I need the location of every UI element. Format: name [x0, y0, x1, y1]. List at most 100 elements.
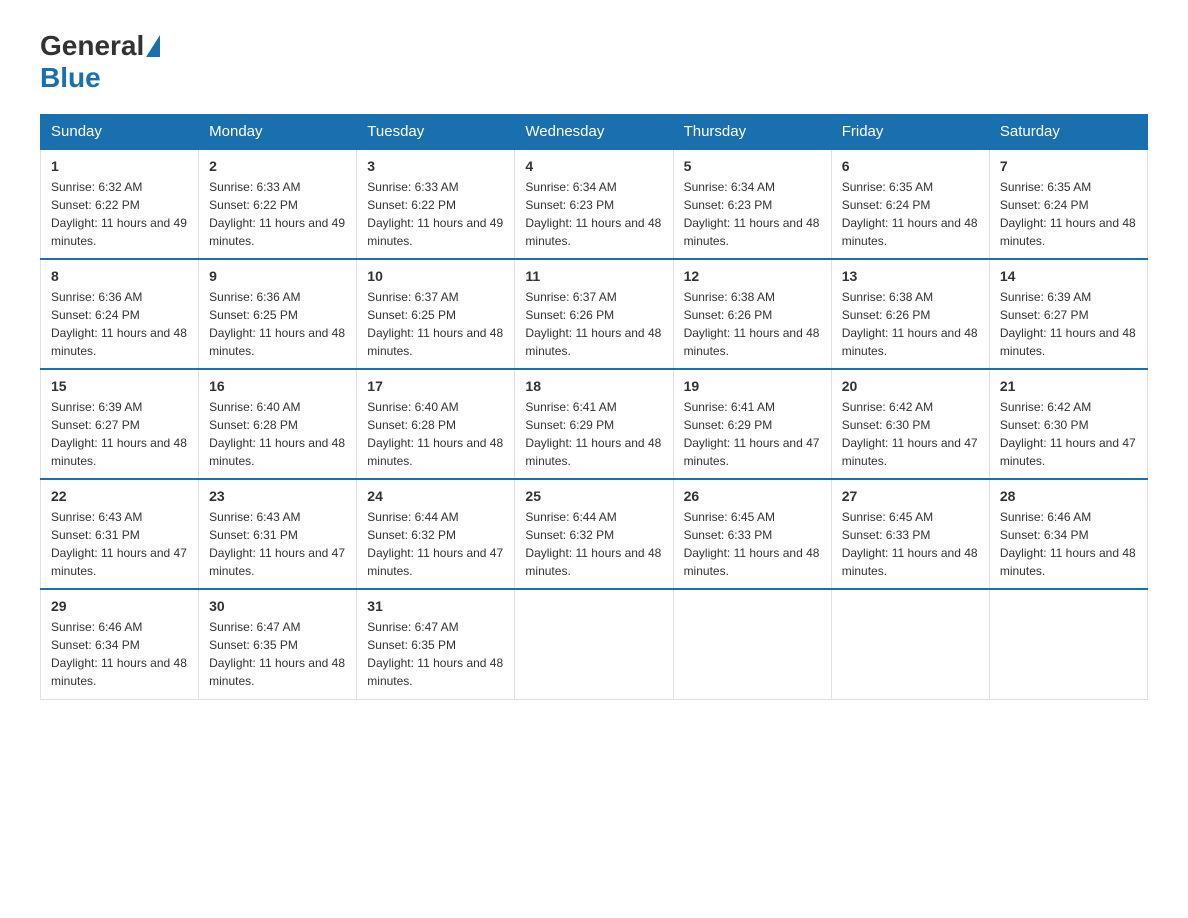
- day-number: 26: [684, 488, 821, 504]
- day-info: Sunrise: 6:33 AMSunset: 6:22 PMDaylight:…: [367, 180, 503, 248]
- day-info: Sunrise: 6:47 AMSunset: 6:35 PMDaylight:…: [209, 620, 345, 688]
- calendar-cell: 2 Sunrise: 6:33 AMSunset: 6:22 PMDayligh…: [199, 149, 357, 259]
- day-info: Sunrise: 6:46 AMSunset: 6:34 PMDaylight:…: [1000, 510, 1136, 578]
- day-number: 13: [842, 268, 979, 284]
- calendar-cell: [831, 589, 989, 699]
- day-info: Sunrise: 6:37 AMSunset: 6:25 PMDaylight:…: [367, 290, 503, 358]
- day-info: Sunrise: 6:42 AMSunset: 6:30 PMDaylight:…: [1000, 400, 1136, 468]
- day-info: Sunrise: 6:41 AMSunset: 6:29 PMDaylight:…: [525, 400, 661, 468]
- day-number: 20: [842, 378, 979, 394]
- day-info: Sunrise: 6:34 AMSunset: 6:23 PMDaylight:…: [684, 180, 820, 248]
- day-info: Sunrise: 6:46 AMSunset: 6:34 PMDaylight:…: [51, 620, 187, 688]
- page-header: General Blue: [40, 30, 1148, 94]
- calendar-cell: 18 Sunrise: 6:41 AMSunset: 6:29 PMDaylig…: [515, 369, 673, 479]
- calendar-cell: 9 Sunrise: 6:36 AMSunset: 6:25 PMDayligh…: [199, 259, 357, 369]
- day-number: 12: [684, 268, 821, 284]
- day-info: Sunrise: 6:40 AMSunset: 6:28 PMDaylight:…: [367, 400, 503, 468]
- day-number: 22: [51, 488, 188, 504]
- day-info: Sunrise: 6:42 AMSunset: 6:30 PMDaylight:…: [842, 400, 978, 468]
- calendar-cell: 13 Sunrise: 6:38 AMSunset: 6:26 PMDaylig…: [831, 259, 989, 369]
- day-info: Sunrise: 6:45 AMSunset: 6:33 PMDaylight:…: [842, 510, 978, 578]
- calendar-cell: 12 Sunrise: 6:38 AMSunset: 6:26 PMDaylig…: [673, 259, 831, 369]
- day-info: Sunrise: 6:32 AMSunset: 6:22 PMDaylight:…: [51, 180, 187, 248]
- day-info: Sunrise: 6:37 AMSunset: 6:26 PMDaylight:…: [525, 290, 661, 358]
- day-number: 29: [51, 598, 188, 614]
- day-number: 15: [51, 378, 188, 394]
- weekday-header-monday: Monday: [199, 115, 357, 150]
- calendar-week-3: 15 Sunrise: 6:39 AMSunset: 6:27 PMDaylig…: [41, 369, 1148, 479]
- calendar-cell: 30 Sunrise: 6:47 AMSunset: 6:35 PMDaylig…: [199, 589, 357, 699]
- calendar-cell: 17 Sunrise: 6:40 AMSunset: 6:28 PMDaylig…: [357, 369, 515, 479]
- day-number: 31: [367, 598, 504, 614]
- calendar-cell: 6 Sunrise: 6:35 AMSunset: 6:24 PMDayligh…: [831, 149, 989, 259]
- day-number: 7: [1000, 158, 1137, 174]
- day-info: Sunrise: 6:36 AMSunset: 6:24 PMDaylight:…: [51, 290, 187, 358]
- calendar-cell: 5 Sunrise: 6:34 AMSunset: 6:23 PMDayligh…: [673, 149, 831, 259]
- calendar-cell: 7 Sunrise: 6:35 AMSunset: 6:24 PMDayligh…: [989, 149, 1147, 259]
- calendar-cell: [515, 589, 673, 699]
- logo: General Blue: [40, 30, 162, 94]
- day-number: 9: [209, 268, 346, 284]
- day-number: 24: [367, 488, 504, 504]
- calendar-header: SundayMondayTuesdayWednesdayThursdayFrid…: [41, 115, 1148, 150]
- weekday-header-sunday: Sunday: [41, 115, 199, 150]
- weekday-header-friday: Friday: [831, 115, 989, 150]
- day-number: 4: [525, 158, 662, 174]
- day-number: 25: [525, 488, 662, 504]
- calendar-table: SundayMondayTuesdayWednesdayThursdayFrid…: [40, 114, 1148, 700]
- calendar-cell: 21 Sunrise: 6:42 AMSunset: 6:30 PMDaylig…: [989, 369, 1147, 479]
- calendar-cell: 3 Sunrise: 6:33 AMSunset: 6:22 PMDayligh…: [357, 149, 515, 259]
- weekday-header-thursday: Thursday: [673, 115, 831, 150]
- day-info: Sunrise: 6:43 AMSunset: 6:31 PMDaylight:…: [51, 510, 187, 578]
- day-number: 17: [367, 378, 504, 394]
- calendar-cell: 4 Sunrise: 6:34 AMSunset: 6:23 PMDayligh…: [515, 149, 673, 259]
- logo-blue-text: Blue: [40, 62, 101, 94]
- calendar-week-5: 29 Sunrise: 6:46 AMSunset: 6:34 PMDaylig…: [41, 589, 1148, 699]
- calendar-week-2: 8 Sunrise: 6:36 AMSunset: 6:24 PMDayligh…: [41, 259, 1148, 369]
- day-number: 5: [684, 158, 821, 174]
- day-number: 27: [842, 488, 979, 504]
- day-number: 28: [1000, 488, 1137, 504]
- calendar-cell: 26 Sunrise: 6:45 AMSunset: 6:33 PMDaylig…: [673, 479, 831, 589]
- day-number: 21: [1000, 378, 1137, 394]
- day-info: Sunrise: 6:45 AMSunset: 6:33 PMDaylight:…: [684, 510, 820, 578]
- day-number: 3: [367, 158, 504, 174]
- day-info: Sunrise: 6:38 AMSunset: 6:26 PMDaylight:…: [842, 290, 978, 358]
- day-info: Sunrise: 6:44 AMSunset: 6:32 PMDaylight:…: [525, 510, 661, 578]
- calendar-cell: 29 Sunrise: 6:46 AMSunset: 6:34 PMDaylig…: [41, 589, 199, 699]
- day-number: 8: [51, 268, 188, 284]
- day-info: Sunrise: 6:44 AMSunset: 6:32 PMDaylight:…: [367, 510, 503, 578]
- day-info: Sunrise: 6:34 AMSunset: 6:23 PMDaylight:…: [525, 180, 661, 248]
- day-info: Sunrise: 6:39 AMSunset: 6:27 PMDaylight:…: [51, 400, 187, 468]
- calendar-cell: 25 Sunrise: 6:44 AMSunset: 6:32 PMDaylig…: [515, 479, 673, 589]
- day-number: 23: [209, 488, 346, 504]
- day-info: Sunrise: 6:43 AMSunset: 6:31 PMDaylight:…: [209, 510, 345, 578]
- day-info: Sunrise: 6:38 AMSunset: 6:26 PMDaylight:…: [684, 290, 820, 358]
- calendar-cell: 27 Sunrise: 6:45 AMSunset: 6:33 PMDaylig…: [831, 479, 989, 589]
- weekday-header-wednesday: Wednesday: [515, 115, 673, 150]
- calendar-cell: [989, 589, 1147, 699]
- day-number: 30: [209, 598, 346, 614]
- day-number: 19: [684, 378, 821, 394]
- day-number: 1: [51, 158, 188, 174]
- logo-triangle-icon: [146, 35, 160, 57]
- day-info: Sunrise: 6:41 AMSunset: 6:29 PMDaylight:…: [684, 400, 820, 468]
- calendar-cell: 10 Sunrise: 6:37 AMSunset: 6:25 PMDaylig…: [357, 259, 515, 369]
- calendar-cell: [673, 589, 831, 699]
- day-info: Sunrise: 6:35 AMSunset: 6:24 PMDaylight:…: [842, 180, 978, 248]
- day-number: 10: [367, 268, 504, 284]
- weekday-header-tuesday: Tuesday: [357, 115, 515, 150]
- day-number: 6: [842, 158, 979, 174]
- calendar-cell: 16 Sunrise: 6:40 AMSunset: 6:28 PMDaylig…: [199, 369, 357, 479]
- weekday-header-saturday: Saturday: [989, 115, 1147, 150]
- calendar-cell: 14 Sunrise: 6:39 AMSunset: 6:27 PMDaylig…: [989, 259, 1147, 369]
- calendar-cell: 28 Sunrise: 6:46 AMSunset: 6:34 PMDaylig…: [989, 479, 1147, 589]
- weekday-row: SundayMondayTuesdayWednesdayThursdayFrid…: [41, 115, 1148, 150]
- day-info: Sunrise: 6:35 AMSunset: 6:24 PMDaylight:…: [1000, 180, 1136, 248]
- calendar-cell: 1 Sunrise: 6:32 AMSunset: 6:22 PMDayligh…: [41, 149, 199, 259]
- day-info: Sunrise: 6:33 AMSunset: 6:22 PMDaylight:…: [209, 180, 345, 248]
- day-number: 14: [1000, 268, 1137, 284]
- day-info: Sunrise: 6:36 AMSunset: 6:25 PMDaylight:…: [209, 290, 345, 358]
- logo-general-text: General: [40, 30, 144, 62]
- day-number: 11: [525, 268, 662, 284]
